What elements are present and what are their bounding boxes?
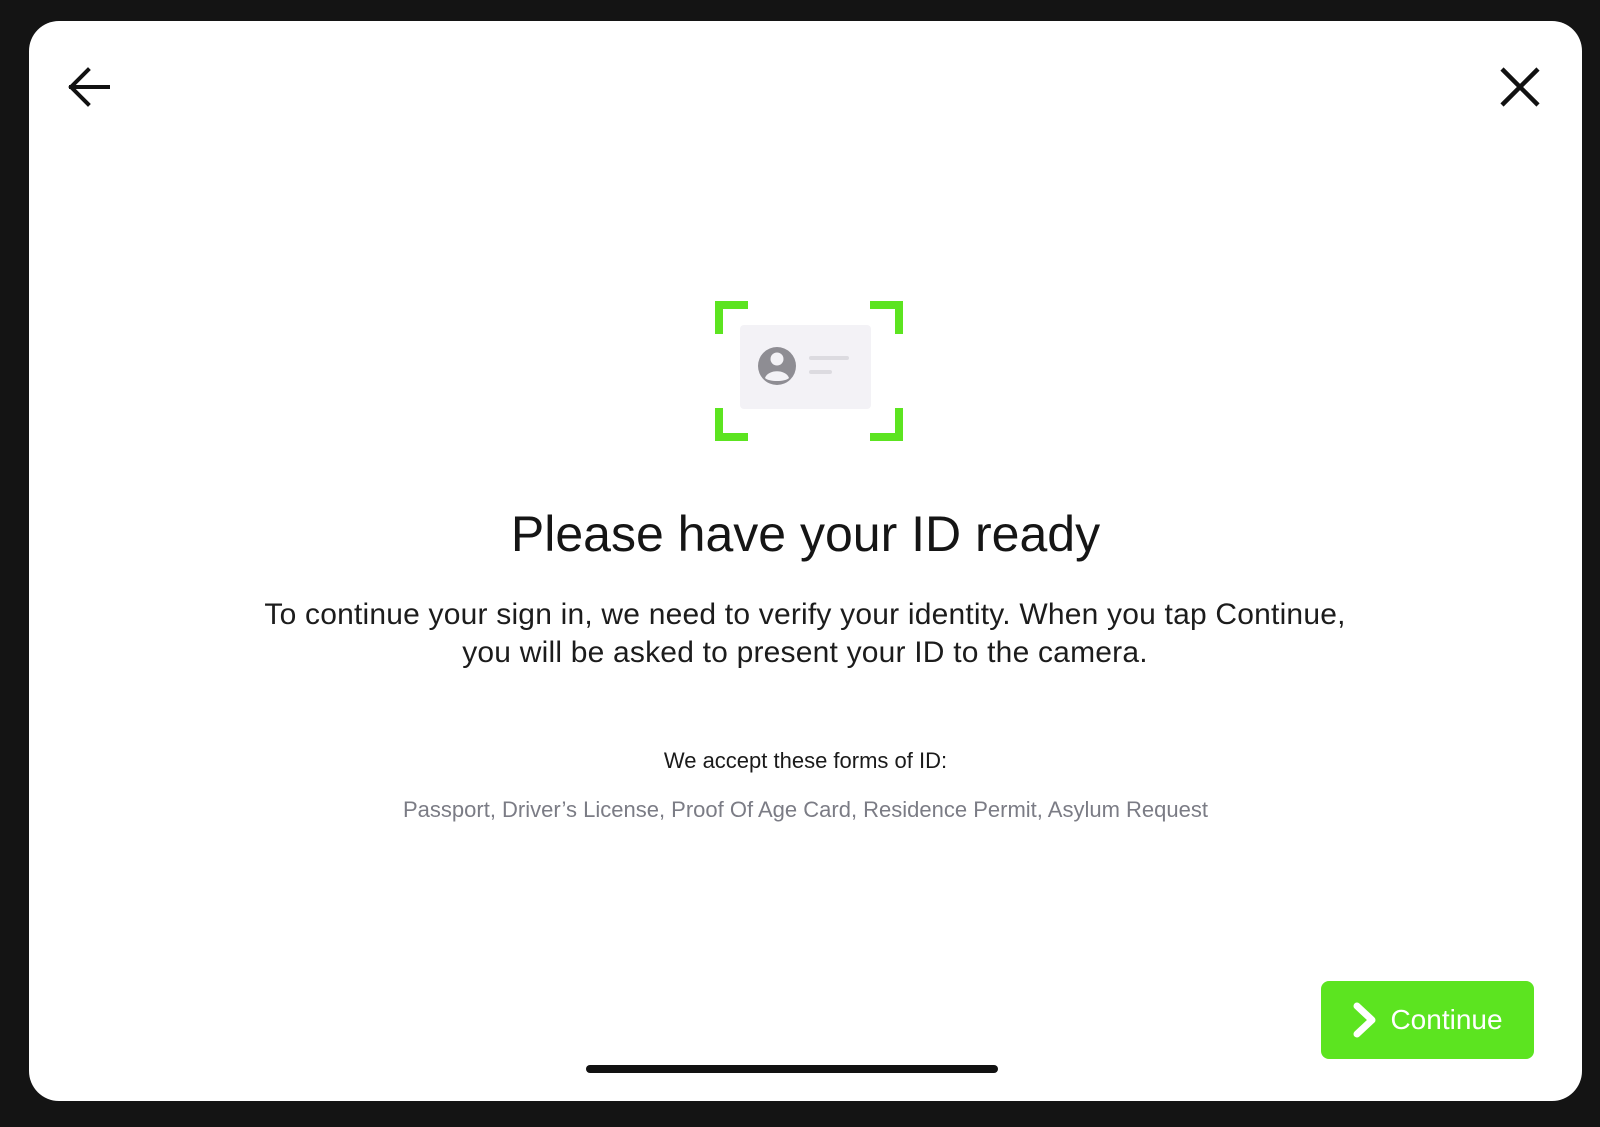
close-button[interactable]: [1490, 57, 1550, 117]
id-card-illustration: [710, 296, 910, 446]
accepted-id-heading: We accept these forms of ID:: [663, 748, 948, 773]
continue-label: Continue: [1390, 1004, 1503, 1035]
page-title: Please have your ID ready: [510, 506, 1101, 562]
close-icon: [1500, 67, 1540, 107]
continue-button[interactable]: Continue: [1321, 981, 1534, 1059]
home-indicator: [586, 1065, 998, 1073]
arrow-left-icon: [68, 67, 110, 107]
accepted-id-list: Passport, Driver’s License, Proof Of Age…: [403, 797, 1208, 822]
instructions-text: To continue your sign in, we need to ver…: [264, 598, 1346, 669]
verification-screen: Please have your ID ready To continue yo…: [29, 21, 1582, 1101]
id-card-scan-icon: [715, 301, 903, 441]
chevron-right-icon: [1353, 1002, 1376, 1038]
back-button[interactable]: [59, 57, 119, 117]
